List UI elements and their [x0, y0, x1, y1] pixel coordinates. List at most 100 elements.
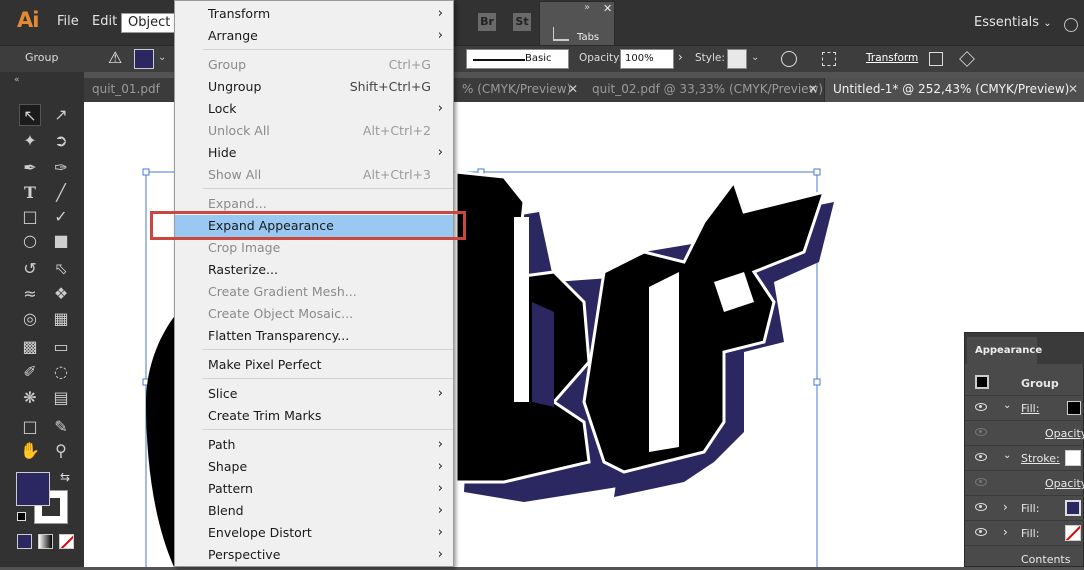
menu-item-envelope-distort[interactable]: Envelope Distort ›	[175, 522, 453, 544]
gradient-tool-icon[interactable]: ▭	[50, 336, 72, 358]
selection-tool-icon[interactable]: ↖	[19, 104, 41, 126]
artboard-tool-icon[interactable]: □	[19, 416, 41, 438]
fill-color-swatch[interactable]	[16, 472, 50, 506]
line-tool-icon[interactable]: ╱	[50, 182, 72, 204]
zoom-tool-icon[interactable]: ⚲	[50, 440, 72, 462]
eye-icon[interactable]	[975, 453, 987, 461]
eraser-tool-icon[interactable]: ■	[50, 230, 72, 252]
menu-item-pattern[interactable]: Pattern ›	[175, 478, 453, 500]
menu-item-path[interactable]: Path ›	[175, 434, 453, 456]
recolor-artwork-icon[interactable]	[781, 51, 797, 67]
align-icon[interactable]	[822, 52, 836, 66]
close-icon[interactable]: ✕	[603, 2, 612, 15]
type-tool-icon[interactable]: T	[19, 182, 41, 204]
color-mode-icon[interactable]	[17, 534, 32, 549]
menu-item-make-pixel-perfect[interactable]: Make Pixel Perfect	[175, 354, 453, 376]
workspace-switcher[interactable]: Essentials ⌄	[974, 15, 1052, 30]
eye-icon[interactable]	[975, 428, 987, 436]
none-mode-icon[interactable]	[59, 534, 74, 549]
stroke-profile-dropdown[interactable]: Basic	[466, 49, 569, 69]
fill-label[interactable]: Fill:	[1021, 402, 1039, 415]
eye-icon[interactable]	[975, 528, 987, 536]
magic-wand-tool-icon[interactable]: ✦	[19, 130, 41, 152]
swap-colors-icon[interactable]: ⇆	[60, 470, 70, 484]
direct-selection-tool-icon[interactable]: ↗	[50, 104, 72, 126]
menu-file[interactable]: File	[57, 14, 79, 29]
chevron-right-icon[interactable]: ›	[678, 50, 683, 64]
fill-swatch[interactable]	[134, 49, 154, 69]
menu-item-shape[interactable]: Shape ›	[175, 456, 453, 478]
opacity-label[interactable]: Opacity:	[1045, 427, 1084, 440]
menu-item-blend[interactable]: Blend ›	[175, 500, 453, 522]
appearance-row[interactable]: ⌄ Stroke:	[965, 445, 1084, 470]
appearance-row[interactable]: › Fill:	[965, 495, 1084, 520]
opacity-label[interactable]: Opacity:	[1045, 477, 1084, 490]
menu-item-perspective[interactable]: Perspective ›	[175, 544, 453, 566]
menu-edit[interactable]: Edit	[92, 14, 117, 29]
menu-object[interactable]: Object	[121, 13, 178, 33]
fill-swatch[interactable]	[1065, 500, 1081, 516]
rectangle-tool-icon[interactable]: □	[19, 206, 41, 228]
puppet-warp-icon[interactable]	[959, 51, 975, 67]
shaper-tool-icon[interactable]: ○	[19, 230, 41, 252]
curvature-tool-icon[interactable]: ✑	[50, 157, 72, 179]
menu-item-lock[interactable]: Lock ›	[175, 98, 453, 120]
menu-item-create-trim-marks[interactable]: Create Trim Marks	[175, 405, 453, 427]
shape-builder-tool-icon[interactable]: ◎	[19, 308, 41, 330]
collapse-icon[interactable]: «	[14, 75, 20, 85]
chevron-down-icon[interactable]: ⌄	[751, 52, 759, 63]
warp-tool-icon[interactable]: ≈	[19, 283, 41, 305]
slice-tool-icon[interactable]: ✎	[50, 416, 72, 438]
appearance-row[interactable]: Opacity:	[965, 470, 1084, 495]
transform-link[interactable]: Transform	[866, 52, 918, 64]
search-icon[interactable]	[1064, 18, 1078, 32]
eye-icon[interactable]	[975, 403, 987, 411]
eyedropper-tool-icon[interactable]: ✐	[19, 361, 41, 383]
chevron-down-icon[interactable]: ⌄	[158, 52, 166, 63]
close-icon[interactable]: ✕	[568, 78, 578, 101]
blend-tool-icon[interactable]: ◌	[50, 361, 72, 383]
menu-item-flatten-transparency[interactable]: Flatten Transparency...	[175, 325, 453, 347]
doc-tab[interactable]: quit_01.pdf @ 3	[84, 78, 174, 119]
doc-tab[interactable]: quit_02.pdf @ 33,33% (CMYK/Preview) ✕	[584, 78, 824, 102]
eye-icon[interactable]	[975, 478, 987, 486]
menu-item-ungroup[interactable]: Ungroup Shift+Ctrl+G	[175, 76, 453, 98]
tabs-label[interactable]: Tabs	[577, 32, 599, 43]
bridge-button[interactable]: Br	[478, 13, 496, 31]
scale-tool-icon[interactable]: ⬁	[50, 258, 72, 280]
fill-label[interactable]: Fill:	[1021, 502, 1039, 515]
chevron-down-icon[interactable]: ⌄	[1003, 400, 1011, 411]
doc-tab[interactable]: % (CMYK/Preview) ✕	[454, 78, 584, 102]
stroke-swatch[interactable]	[1065, 450, 1081, 466]
appearance-tab[interactable]: Appearance	[967, 337, 1042, 364]
graphic-style-swatch[interactable]	[727, 49, 747, 69]
chevron-right-icon[interactable]: ›	[1003, 525, 1008, 539]
isolate-icon[interactable]	[929, 52, 943, 66]
free-transform-tool-icon[interactable]: ❖	[50, 283, 72, 305]
chevron-down-icon[interactable]: ⌄	[1003, 450, 1011, 461]
gradient-mode-icon[interactable]	[38, 534, 53, 549]
graph-tool-icon[interactable]: ▤	[50, 387, 72, 409]
hand-tool-icon[interactable]: ✋	[19, 440, 41, 462]
default-colors-icon[interactable]	[17, 512, 26, 521]
fill-swatch[interactable]	[1067, 401, 1081, 415]
chevron-right-icon[interactable]: ›	[1003, 500, 1008, 514]
appearance-row[interactable]: › Fill:	[965, 520, 1084, 545]
collapse-icon[interactable]: »	[584, 2, 590, 13]
paintbrush-tool-icon[interactable]: ✓	[50, 206, 72, 228]
appearance-row[interactable]: ⌄ Fill:	[965, 395, 1084, 420]
symbol-sprayer-tool-icon[interactable]: ❋	[19, 387, 41, 409]
none-swatch-icon[interactable]	[1065, 525, 1081, 541]
fill-label[interactable]: Fill:	[1021, 527, 1039, 540]
close-icon[interactable]: ✕	[1068, 78, 1078, 101]
pen-tool-icon[interactable]: ✒	[19, 157, 41, 179]
stock-button[interactable]: St	[513, 13, 531, 31]
menu-item-arrange[interactable]: Arrange ›	[175, 25, 453, 47]
menu-item-transform[interactable]: Transform ›	[175, 3, 453, 25]
lasso-tool-icon[interactable]: ➲	[50, 130, 72, 152]
doc-tab-active[interactable]: Untitled-1* @ 252,43% (CMYK/Preview) ✕	[825, 78, 1084, 102]
appearance-row[interactable]: Opacity:	[965, 420, 1084, 445]
menu-item-rasterize[interactable]: Rasterize...	[175, 259, 453, 281]
rotate-tool-icon[interactable]: ↺	[19, 258, 41, 280]
eye-icon[interactable]	[975, 503, 987, 511]
